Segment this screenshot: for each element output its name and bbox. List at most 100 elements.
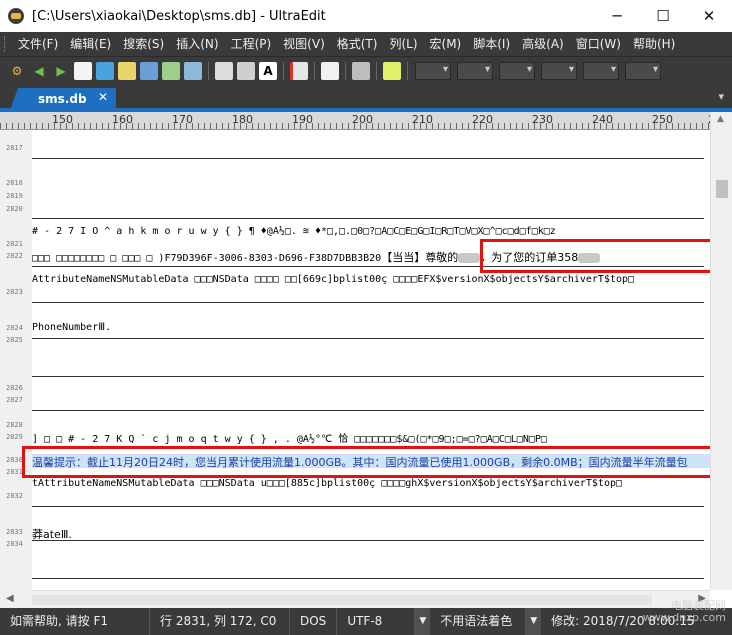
line-number: 2825 <box>6 336 23 344</box>
line-number: 2826 <box>6 384 23 392</box>
status-cursor-position[interactable]: 行 2831, 列 172, C0 <box>150 608 290 635</box>
line-number: 2832 <box>6 492 23 500</box>
line-number: 2824 <box>6 324 23 332</box>
menu-script[interactable]: 脚本(I) <box>467 32 516 56</box>
annotation-box-order <box>480 239 718 273</box>
toolbar-dropdown-5[interactable] <box>583 61 619 80</box>
chevron-down-icon[interactable]: ▼ <box>415 608 431 635</box>
close-button[interactable]: ✕ <box>686 0 732 32</box>
title-bar: [C:\Users\xiaokai\Desktop\sms.db] - Ultr… <box>0 0 732 32</box>
save-all-icon[interactable] <box>184 61 202 80</box>
hex-mode-icon[interactable] <box>383 61 401 80</box>
line-number: 2833 <box>6 528 23 536</box>
menu-format[interactable]: 格式(T) <box>331 32 384 56</box>
toolbar-separator <box>208 61 209 80</box>
menu-search[interactable]: 搜索(S) <box>117 32 170 56</box>
line-number: 2834 <box>6 540 23 548</box>
font-icon[interactable]: A <box>259 61 277 80</box>
line-number: 2830 <box>6 456 23 464</box>
horizontal-scroll-thumb[interactable] <box>32 595 652 605</box>
forward-icon[interactable]: ▶ <box>52 62 70 80</box>
separator-line <box>32 302 704 303</box>
maximize-button[interactable]: ☐ <box>640 0 686 32</box>
line-number: 2819 <box>6 192 23 200</box>
text-segment-cn: 【当当】尊敬的 <box>381 251 459 264</box>
horizontal-scrollbar[interactable]: ◀ ▶ <box>6 590 710 608</box>
menu-macro[interactable]: 宏(M) <box>424 32 468 56</box>
status-line-ending[interactable]: DOS <box>290 608 338 635</box>
tab-list-icon[interactable]: ▾ <box>718 90 724 103</box>
toolbar-separator <box>407 61 408 80</box>
menu-advanced[interactable]: 高级(A) <box>516 32 570 56</box>
scroll-left-icon[interactable]: ◀ <box>6 593 14 604</box>
column-mode-icon[interactable] <box>352 61 370 80</box>
window-controls: ─ ☐ ✕ <box>594 0 732 32</box>
print-icon[interactable] <box>215 61 233 80</box>
menu-insert[interactable]: 插入(N) <box>170 32 224 56</box>
editor-text-area[interactable]: # - 2 7 I O ^ a h k m o r u w y { } ¶ ♦@… <box>32 130 710 590</box>
menu-view[interactable]: 视图(V) <box>277 32 331 56</box>
back-icon[interactable]: ◀ <box>30 62 48 80</box>
annotation-box-data-usage <box>22 446 718 478</box>
open-folder-icon[interactable] <box>96 61 114 80</box>
watermark: 电脑装配网 www.dnzp.com <box>643 600 726 624</box>
list-icon[interactable] <box>290 61 308 80</box>
toolbar-separator <box>283 61 284 80</box>
close-icon[interactable]: ✕ <box>98 90 108 104</box>
toolbar-dropdown-3[interactable] <box>499 61 535 80</box>
menu-file[interactable]: 文件(F) <box>12 32 64 56</box>
menu-column[interactable]: 列(L) <box>383 32 423 56</box>
toolbar-dropdown-2[interactable] <box>457 61 493 80</box>
new-file-icon[interactable] <box>74 61 92 80</box>
status-syntax-highlight[interactable]: 不用语法着色 <box>430 608 527 635</box>
text-line-2823: AttributeNameNSMutableData □□□NSData □□□… <box>32 274 635 285</box>
menu-edit[interactable]: 编辑(E) <box>64 32 117 56</box>
separator-line <box>32 540 704 541</box>
image-icon[interactable] <box>162 61 180 80</box>
window-title: [C:\Users\xiaokai\Desktop\sms.db] - Ultr… <box>32 8 326 24</box>
menu-bar: 文件(F) 编辑(E) 搜索(S) 插入(N) 工程(P) 视图(V) 格式(T… <box>0 32 732 56</box>
menu-window[interactable]: 窗口(W) <box>570 32 627 56</box>
save-icon[interactable] <box>140 61 158 80</box>
vertical-scrollbar[interactable]: ▲ <box>710 112 732 590</box>
line-number: 2822 <box>6 252 23 260</box>
line-number: 2831 <box>6 468 23 476</box>
print-preview-icon[interactable] <box>237 61 255 80</box>
line-number: 2817 <box>6 144 23 152</box>
open-file-icon[interactable] <box>118 61 136 80</box>
toolbar-dropdown-6[interactable] <box>625 61 661 80</box>
toolbar-dropdown-1[interactable] <box>415 61 451 80</box>
document-icon[interactable] <box>321 61 339 80</box>
chevron-down-icon[interactable]: ▼ <box>526 608 542 635</box>
separator-line <box>32 158 704 159</box>
menu-help[interactable]: 帮助(H) <box>627 32 681 56</box>
separator-line <box>32 506 704 507</box>
tab-label: sms.db <box>38 92 87 106</box>
separator-line <box>32 410 704 411</box>
toolbar-dropdown-4[interactable] <box>541 61 577 80</box>
watermark-line: www.dnzp.com <box>642 611 726 624</box>
minimize-button[interactable]: ─ <box>594 0 640 32</box>
scrollbar-corner <box>0 590 32 608</box>
menu-project[interactable]: 工程(P) <box>225 32 278 56</box>
ruler-ticks <box>0 123 710 129</box>
vertical-scroll-thumb[interactable] <box>716 180 728 198</box>
line-number: 2827 <box>6 396 23 404</box>
status-encoding[interactable]: UTF-8 <box>337 608 416 635</box>
toolbar: ⚙ ◀ ▶ A <box>0 56 732 84</box>
line-number: 2820 <box>6 205 23 213</box>
line-number: 2823 <box>6 288 23 296</box>
separator-line <box>32 218 704 219</box>
settings-icon[interactable]: ⚙ <box>8 62 26 80</box>
toolbar-separator <box>376 61 377 80</box>
toolbar-separator <box>314 61 315 80</box>
line-number: 2828 <box>6 421 23 429</box>
tab-sms-db[interactable]: sms.db ✕ <box>10 88 116 110</box>
redacted-text <box>458 253 481 263</box>
text-line-2824: PhoneNumberⅢ. <box>32 322 112 333</box>
scroll-up-icon[interactable]: ▲ <box>717 114 724 124</box>
app-icon <box>8 8 24 24</box>
separator-line <box>32 578 704 579</box>
column-ruler: 150 160 170 180 190 200 210 220 230 240 … <box>0 112 710 130</box>
toolbar-separator <box>345 61 346 80</box>
